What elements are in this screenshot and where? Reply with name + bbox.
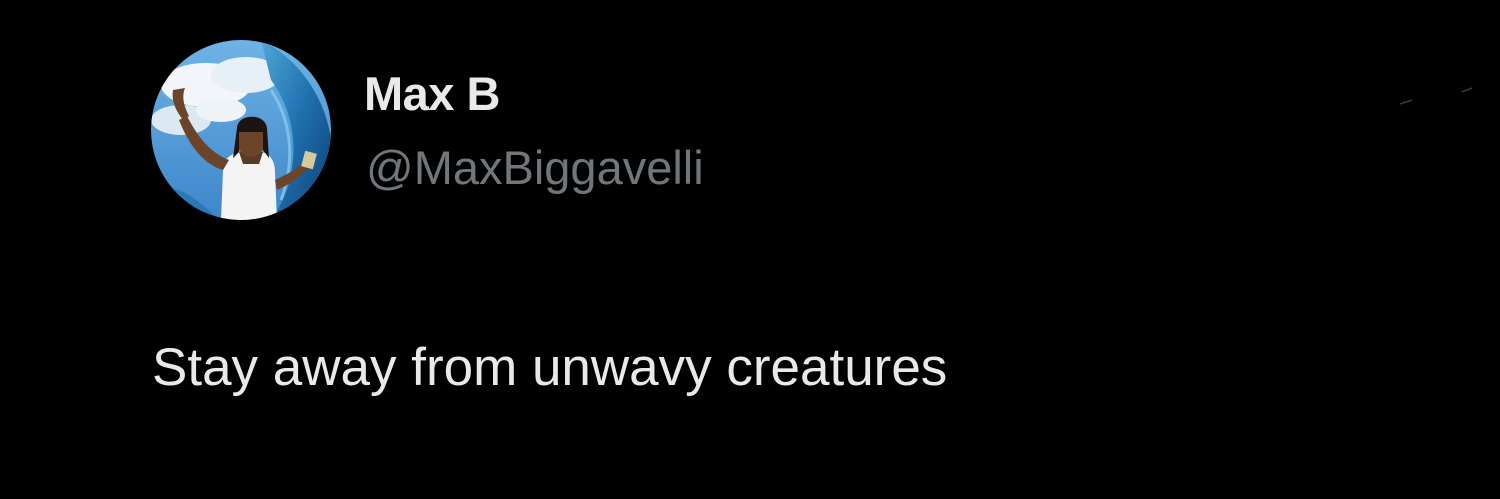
author-handle[interactable]: @MaxBiggavelli <box>366 140 704 196</box>
corner-artifact <box>1399 87 1473 105</box>
author-avatar[interactable] <box>151 40 331 220</box>
author-display-name[interactable]: Max B <box>364 66 500 122</box>
profile-photo-icon <box>151 40 331 220</box>
tweet-card: Max B @MaxBiggavelli Stay away from unwa… <box>0 0 1500 499</box>
tweet-text: Stay away from unwavy creatures <box>152 338 948 397</box>
